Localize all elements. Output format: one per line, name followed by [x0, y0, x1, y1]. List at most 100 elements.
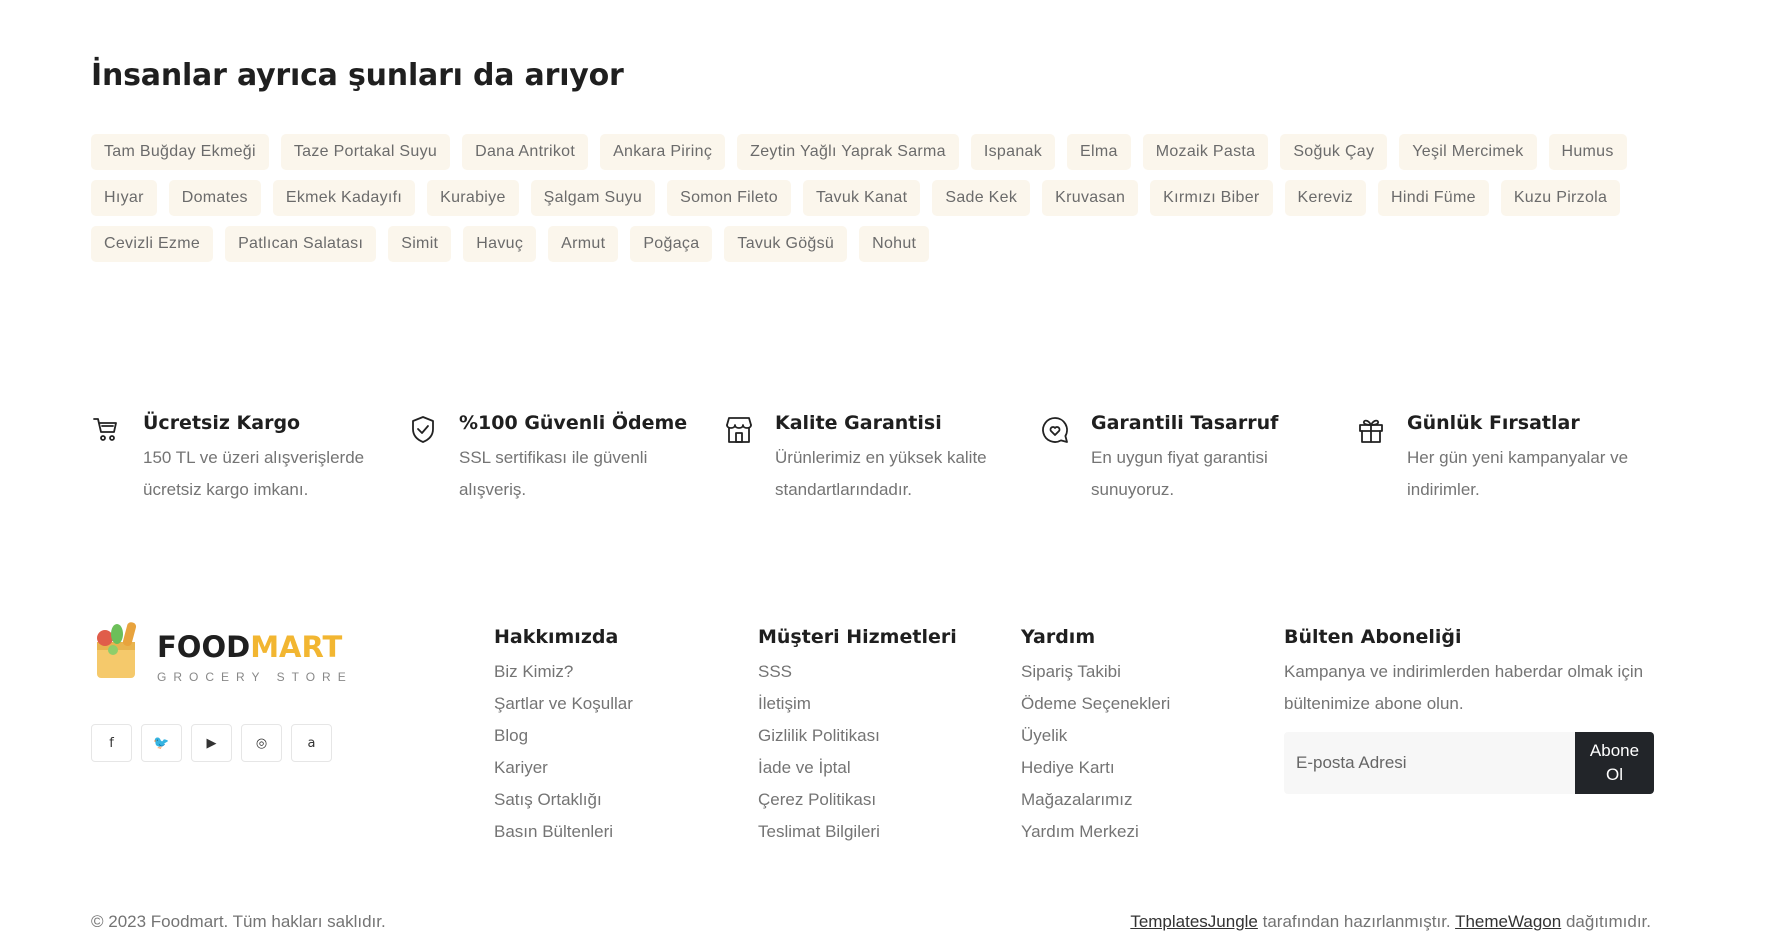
footer-link[interactable]: İade ve İptal: [758, 752, 957, 784]
search-tag[interactable]: Kruvasan: [1042, 180, 1139, 216]
feature-description: En uygun fiyat garantisi sunuyoruz.: [1091, 448, 1268, 499]
feature-title: Günlük Fırsatlar: [1407, 412, 1580, 434]
footer-link[interactable]: Gizlilik Politikası: [758, 720, 957, 752]
newsletter-title: Bülten Aboneliği: [1284, 626, 1462, 648]
feature-description: Ürünlerimiz en yüksek kalite standartlar…: [775, 448, 987, 499]
search-tag[interactable]: Kurabiye: [427, 180, 519, 216]
facebook-icon[interactable]: f: [91, 724, 132, 762]
grocery-bag-icon: [97, 622, 137, 678]
heart-chat-icon: [1039, 408, 1091, 506]
features-row: Ücretsiz Kargo 150 TL ve üzeri alışverişl…: [91, 408, 1671, 506]
footer-link[interactable]: Sipariş Takibi: [1021, 656, 1170, 688]
search-tag[interactable]: Soğuk Çay: [1280, 134, 1388, 170]
footer-link[interactable]: Yardım Merkezi: [1021, 816, 1170, 848]
footer-link[interactable]: Biz Kimiz?: [494, 656, 633, 688]
search-tag[interactable]: Poğaça: [630, 226, 713, 262]
footer-link[interactable]: Üyelik: [1021, 720, 1170, 752]
search-tag[interactable]: Kuzu Pirzola: [1500, 180, 1621, 216]
search-tag[interactable]: Yeşil Mercimek: [1399, 134, 1537, 170]
footer-column-help: Yardım Sipariş Takibi Ödeme Seçenekleri Üye…: [1021, 622, 1170, 848]
subscribe-form: Abone Ol: [1284, 732, 1654, 794]
search-tag[interactable]: Patlıcan Salatası: [225, 226, 377, 262]
search-tag[interactable]: Mozaik Pasta: [1142, 134, 1269, 170]
feature-item: Garantili Tasarruf En uygun fiyat garanti…: [1039, 408, 1355, 506]
feature-description: 150 TL ve üzeri alışverişlerde ücretsiz …: [143, 448, 365, 499]
search-tag[interactable]: Somon Fileto: [667, 180, 792, 216]
gift-icon: [1355, 408, 1407, 506]
footer-link[interactable]: Satış Ortaklığı: [494, 784, 633, 816]
footer-link[interactable]: SSS: [758, 656, 957, 688]
footer-link[interactable]: Teslimat Bilgileri: [758, 816, 957, 848]
feature-title: Ücretsiz Kargo: [143, 412, 301, 434]
feature-title: Garantili Tasarruf: [1091, 412, 1279, 434]
feature-item: Günlük Fırsatlar Her gün yeni kampanyalar…: [1355, 408, 1671, 506]
feature-description: Her gün yeni kampanyalar ve indirimler.: [1407, 448, 1629, 499]
column-title: Hakkımızda: [494, 626, 619, 648]
search-tag[interactable]: Tavuk Kanat: [803, 180, 921, 216]
search-tag[interactable]: Domates: [168, 180, 261, 216]
feature-item: Kalite Garantisi Ürünlerimiz en yüksek ka…: [723, 408, 1039, 506]
cart-icon: [91, 408, 143, 506]
feature-item: Ücretsiz Kargo 150 TL ve üzeri alışverişl…: [91, 408, 407, 506]
social-links: f 🐦 ▶ ◎ a: [91, 724, 332, 762]
search-tag[interactable]: Ispanak: [970, 134, 1056, 170]
themewagon-link[interactable]: ThemeWagon: [1455, 912, 1561, 931]
search-tag[interactable]: Dana Antrikot: [462, 134, 589, 170]
feature-item: %100 Güvenli Ödeme SSL sertifikası ile gü…: [407, 408, 723, 506]
feature-title: %100 Güvenli Ödeme: [459, 412, 688, 434]
search-tag[interactable]: Kırmızı Biber: [1150, 180, 1273, 216]
tag-list: Tam Buğday Ekmeği Taze Portakal Suyu Dana …: [91, 134, 1671, 262]
store-icon: [723, 408, 775, 506]
search-tag[interactable]: Humus: [1548, 134, 1627, 170]
youtube-icon[interactable]: ▶: [191, 724, 232, 762]
credit-text: TemplatesJungle tarafından hazırlanmıştı…: [1130, 912, 1651, 931]
twitter-icon[interactable]: 🐦: [141, 724, 182, 762]
search-tag[interactable]: Zeytin Yağlı Yaprak Sarma: [737, 134, 959, 170]
brand-name: FOODMART: [157, 630, 343, 664]
footer-link[interactable]: Blog: [494, 720, 633, 752]
people-also-search-section: İnsanlar ayrıca şunları da arıyor Tam Bu…: [91, 56, 1691, 262]
column-title: Yardım: [1021, 626, 1096, 648]
search-tag[interactable]: Şalgam Suyu: [530, 180, 656, 216]
brand-logo[interactable]: FOODMART GROCERY STORE: [91, 620, 351, 684]
search-tag[interactable]: Armut: [548, 226, 619, 262]
column-title: Müşteri Hizmetleri: [758, 626, 957, 648]
templatesjungle-link[interactable]: TemplatesJungle: [1130, 912, 1258, 931]
newsletter-description: Kampanya ve indirimlerden haberdar olmak…: [1284, 662, 1644, 713]
footer-link[interactable]: İletişim: [758, 688, 957, 720]
newsletter: Bülten Aboneliği Kampanya ve indirimlerd…: [1284, 622, 1654, 794]
footer-link[interactable]: Basın Bültenleri: [494, 816, 633, 848]
search-tag[interactable]: Simit: [388, 226, 452, 262]
instagram-icon[interactable]: ◎: [241, 724, 282, 762]
shield-check-icon: [407, 408, 459, 506]
search-tag[interactable]: Hindi Füme: [1378, 180, 1489, 216]
amazon-icon[interactable]: a: [291, 724, 332, 762]
feature-description: SSL sertifikası ile güvenli alışveriş.: [459, 448, 648, 499]
search-tag[interactable]: Havuç: [463, 226, 537, 262]
search-tag[interactable]: Cevizli Ezme: [91, 226, 214, 262]
search-tag[interactable]: Nohut: [859, 226, 930, 262]
email-input[interactable]: [1284, 732, 1575, 794]
search-tag[interactable]: Ankara Pirinç: [600, 134, 726, 170]
search-tag[interactable]: Tam Buğday Ekmeği: [91, 134, 269, 170]
brand-tagline: GROCERY STORE: [157, 670, 353, 684]
footer-column-about: Hakkımızda Biz Kimiz? Şartlar ve Koşullar B…: [494, 622, 633, 848]
search-tag[interactable]: Taze Portakal Suyu: [280, 134, 451, 170]
footer-link[interactable]: Çerez Politikası: [758, 784, 957, 816]
footer-link[interactable]: Şartlar ve Koşullar: [494, 688, 633, 720]
search-tag[interactable]: Sade Kek: [932, 180, 1031, 216]
search-tag[interactable]: Kereviz: [1284, 180, 1366, 216]
section-title: İnsanlar ayrıca şunları da arıyor: [91, 58, 624, 93]
search-tag[interactable]: Hıyar: [91, 180, 157, 216]
footer-link[interactable]: Ödeme Seçenekleri: [1021, 688, 1170, 720]
search-tag[interactable]: Tavuk Göğsü: [724, 226, 848, 262]
search-tag[interactable]: Ekmek Kadayıfı: [272, 180, 416, 216]
footer-link[interactable]: Kariyer: [494, 752, 633, 784]
footer-link[interactable]: Mağazalarımız: [1021, 784, 1170, 816]
copyright-bar: © 2023 Foodmart. Tüm hakları saklıdır. T…: [91, 912, 1651, 932]
footer-link[interactable]: Hediye Kartı: [1021, 752, 1170, 784]
subscribe-button[interactable]: Abone Ol: [1575, 732, 1654, 794]
feature-title: Kalite Garantisi: [775, 412, 942, 434]
search-tag[interactable]: Elma: [1067, 134, 1131, 170]
copyright-text: © 2023 Foodmart. Tüm hakları saklıdır.: [91, 912, 386, 931]
